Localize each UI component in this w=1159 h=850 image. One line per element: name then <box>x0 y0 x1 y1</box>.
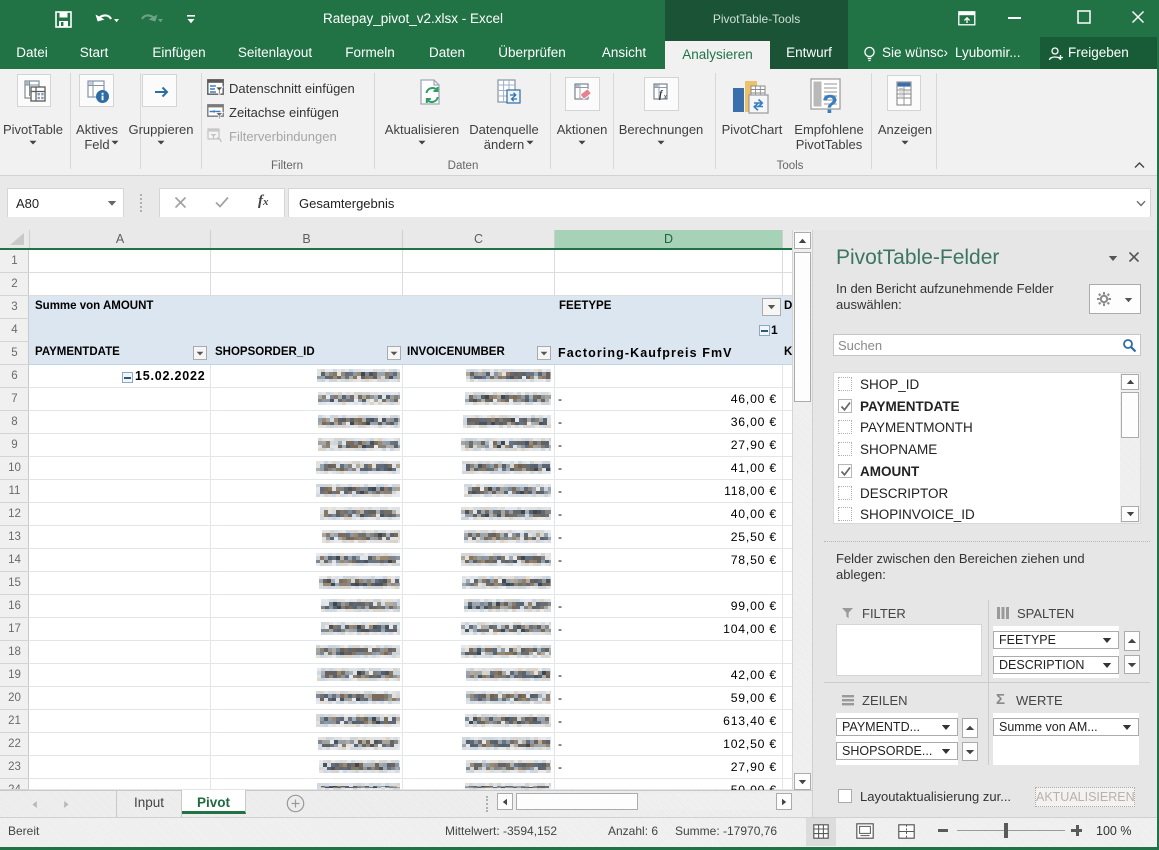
svg-text:x: x <box>663 92 668 101</box>
svg-text:?: ? <box>822 89 838 115</box>
